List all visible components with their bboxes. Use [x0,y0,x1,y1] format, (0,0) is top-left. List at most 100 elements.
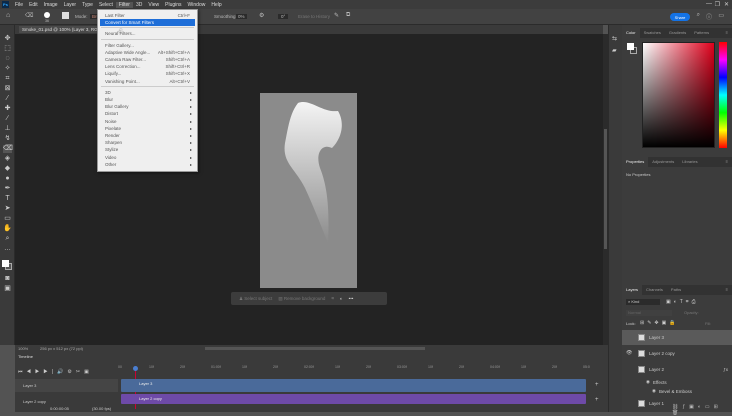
horizontal-scrollbar[interactable] [205,347,425,350]
close-button[interactable]: ✕ [724,1,729,8]
lock-icons[interactable]: ⊞✎✥▣🔒 [640,320,679,326]
brush-settings-icon[interactable] [62,12,69,19]
pen-tool-icon[interactable]: ✒ [3,185,12,193]
screen-mode-icon[interactable]: ▣ [3,285,12,293]
menu-plugins[interactable]: Plugins [162,2,184,8]
scroll-thumb[interactable] [604,129,607,249]
path-select-icon[interactable]: ➤ [3,205,12,213]
eyedropper-tool-icon[interactable]: ⁄ [3,95,12,103]
filter-menu-item[interactable]: Blur ▸ [100,96,195,103]
add-media-icon[interactable]: + [595,397,599,403]
filter-menu-item[interactable]: 3D ▸ [100,89,195,96]
brush-preview[interactable] [44,12,50,18]
layer-row[interactable]: Layer 3 [622,330,732,345]
layer-effect-row[interactable]: ◉ Bevel & Emboss [622,387,732,395]
tab-swatches[interactable]: Swatches [640,28,665,38]
angle-input[interactable]: 0° [278,14,289,19]
document-tab[interactable]: Smoke_01.psd @ 100% (Layer 3, RGB/8) [19,26,109,33]
tab-layers[interactable]: Layers [622,285,643,295]
hand-tool-icon[interactable]: ✋ [3,225,12,233]
filter-menu-item[interactable]: Filter Gallery... [100,42,195,49]
remove-background-button[interactable]: ▨ Remove background [278,296,325,302]
tab-gradients[interactable]: Gradients [665,28,690,38]
filter-menu-item[interactable]: Sharpen ▸ [100,139,195,146]
filter-menu-item[interactable]: Pixelate ▸ [100,125,195,132]
filter-menu-item[interactable]: Blur Gallery ▸ [100,103,195,110]
more-tools-icon[interactable]: … [3,245,12,253]
tab-adjustments[interactable]: Adjustments [648,157,678,167]
brush-tool-icon[interactable]: ∕ [3,115,12,123]
track-clip-layer3[interactable]: Layer 3 [121,379,586,392]
menu-select[interactable]: Select [96,2,116,8]
layer-effect-row[interactable]: ◉ Effects [622,378,732,386]
tab-paths[interactable]: Paths [667,285,685,295]
track-header-layer3[interactable]: Layer 3 [15,379,118,392]
tab-properties[interactable]: Properties [622,157,649,167]
home-icon[interactable]: ⌂ [6,12,10,19]
filter-menu-item[interactable]: Other ▸ [100,161,195,168]
eye-icon[interactable]: 👁 [626,350,632,356]
kind-filter-select[interactable]: ⌕ Kind [626,299,660,305]
lasso-tool-icon[interactable]: ◌ [3,55,12,63]
frame-tool-icon[interactable]: ⊠ [3,85,12,93]
layer-action-icons[interactable]: ⛓ƒ▣◐▭⊞🗑 [672,404,732,416]
filter-menu-item[interactable]: Convert for Smart Filters [100,19,195,27]
add-media-icon[interactable]: + [595,382,599,388]
filter-menu-item[interactable]: Camera Raw Filter... Shift+Ctrl+A [100,56,195,63]
filter-menu-item[interactable]: Noise ▸ [100,118,195,125]
filter-menu-item[interactable]: Liquify... Shift+Ctrl+X [100,70,195,77]
stamp-tool-icon[interactable]: ⊥ [3,125,12,133]
menu-layer[interactable]: Layer [61,2,80,8]
filter-menu-item[interactable]: Stylize ▸ [100,146,195,153]
transform-icon[interactable]: ⌗ [331,296,334,301]
menu-image[interactable]: Image [41,2,61,8]
quick-mask-icon[interactable]: ◙ [3,275,12,283]
zoom-level[interactable]: 100% [18,346,28,351]
filter-menu-item[interactable]: Adaptive Wide Angle... Alt+Shift+Ctrl+A [100,49,195,56]
layer-filter-icons[interactable]: ▣◐T⌗⎙ [666,299,699,305]
type-tool-icon[interactable]: T [3,195,12,203]
tab-channels[interactable]: Channels [642,285,667,295]
menu-file[interactable]: File [12,2,26,8]
healing-tool-icon[interactable]: ✚ [3,105,12,113]
layer-row[interactable]: 👁 Layer 2 copy [622,346,732,361]
foreground-color-swatch[interactable] [2,260,9,267]
blur-tool-icon[interactable]: ◆ [3,165,12,173]
crop-tool-icon[interactable]: ⌗ [3,75,12,83]
menu-window[interactable]: Window [185,2,209,8]
track-clip-layer2copy[interactable]: Layer 2 copy [121,394,586,404]
search-icon[interactable]: ⌕ [697,12,700,19]
playback-controls[interactable]: ⏮◀▶▶|🔊⚙✂▣ [18,369,93,375]
tab-patterns[interactable]: Patterns [690,28,713,38]
history-panel-icon[interactable]: ⇆ [612,35,617,42]
eraser-tool-icon[interactable]: ⌫ [3,145,13,153]
filter-menu-item[interactable]: Lens Correction... Shift+Ctrl+R [100,63,195,70]
panel-menu-icon[interactable]: ≡ [722,285,732,295]
symmetry-icon[interactable]: ⧉ [346,12,350,19]
eye-icon[interactable]: ◉ [652,388,656,394]
time-ruler[interactable]: 00 10f 20f 01:00f 10f 20f 02:00f 10f 20f 03:00f 10… [118,365,608,371]
fx-icon[interactable]: ƒx [723,367,728,372]
tab-libraries[interactable]: Libraries [678,157,701,167]
blend-mode-select[interactable]: Normal [626,310,672,316]
maximize-button[interactable]: ❐ [715,1,720,8]
smoothing-input[interactable]: 0% [236,14,247,19]
erase-to-history-checkbox[interactable]: Erase to History [298,14,330,19]
document-canvas[interactable] [260,93,357,288]
menu-type[interactable]: Type [79,2,96,8]
marquee-tool-icon[interactable]: ⬚ [3,45,12,53]
menu-filter[interactable]: Filter [115,1,133,8]
learn-icon[interactable]: ⓘ [706,12,712,21]
hue-slider[interactable] [719,42,727,148]
color-field[interactable] [642,42,715,148]
comments-panel-icon[interactable]: ▰ [612,47,617,54]
tab-color[interactable]: Color [622,28,640,38]
panel-menu-icon[interactable]: ≡ [722,28,732,38]
history-brush-icon[interactable]: ↯ [3,135,12,143]
filter-menu-item[interactable]: Render ▸ [100,132,195,139]
filter-menu-item[interactable]: Last Filter Ctrl+F [100,12,195,19]
menu-view[interactable]: View [145,2,162,8]
filter-menu-item[interactable]: Video ▸ [100,154,195,161]
share-button[interactable]: Share [670,13,690,21]
eraser-tool-icon[interactable]: ⌫ [25,12,33,19]
